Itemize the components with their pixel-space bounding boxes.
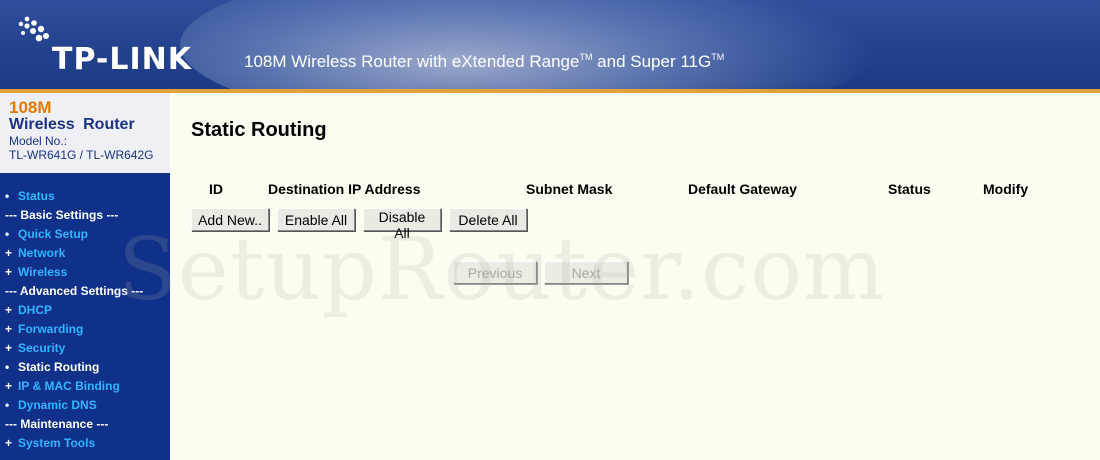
sidebar: 108M Wireless Router Model No.: TL-WR641…: [0, 93, 170, 460]
expand-plus-icon: +: [5, 340, 13, 355]
sidebar-item-system-tools[interactable]: + System Tools: [5, 433, 170, 452]
sidebar-item-dhcp[interactable]: + DHCP: [5, 300, 170, 319]
sidebar-item-static-routing[interactable]: • Static Routing: [5, 357, 170, 376]
column-header-status: Status: [888, 181, 931, 197]
sidebar-item-label: Security: [18, 340, 66, 355]
sidebar-section-advanced-settings: --- Advanced Settings ---: [5, 281, 170, 300]
sidebar-item-security[interactable]: + Security: [5, 338, 170, 357]
previous-button[interactable]: Previous: [453, 261, 537, 284]
column-header-default-gateway: Default Gateway: [688, 181, 797, 197]
bullet-icon: •: [5, 226, 10, 241]
product-tagline: 108M Wireless Router with eXtended Range…: [244, 52, 724, 72]
disable-all-button[interactable]: Disable All: [363, 208, 441, 241]
delete-all-button[interactable]: Delete All: [449, 208, 527, 231]
brand-logo: TP-LINK: [52, 42, 193, 77]
sidebar-item-wireless[interactable]: + Wireless: [5, 262, 170, 281]
sidebar-item-ip-mac-binding[interactable]: + IP & MAC Binding: [5, 376, 170, 395]
add-new-button[interactable]: Add New..: [191, 208, 269, 231]
top-banner: TP-LINK 108M Wireless Router with eXtend…: [0, 0, 1100, 92]
column-header-modify: Modify: [983, 181, 1029, 197]
expand-plus-icon: +: [5, 378, 13, 393]
model-label: Model No.:: [9, 134, 68, 148]
expand-plus-icon: +: [5, 264, 13, 279]
enable-all-button[interactable]: Enable All: [277, 208, 355, 231]
tagline-main: 108M Wireless Router with eXtended Range: [244, 52, 580, 71]
sidebar-item-label: --- Advanced Settings ---: [5, 283, 144, 298]
brand-speed: 108M: [9, 98, 52, 117]
sidebar-item-quick-setup[interactable]: • Quick Setup: [5, 224, 170, 243]
sidebar-item-label: Forwarding: [18, 321, 84, 336]
main-content: Static Routing ID Destination IP Address…: [170, 93, 1100, 460]
sidebar-item-label: --- Basic Settings ---: [5, 207, 119, 222]
sidebar-item-label: Quick Setup: [18, 226, 89, 241]
sidebar-item-dynamic-dns[interactable]: • Dynamic DNS: [5, 395, 170, 414]
column-header-id: ID: [209, 181, 223, 197]
sidebar-item-label: --- Maintenance ---: [5, 416, 109, 431]
sidebar-item-label: Static Routing: [18, 359, 100, 374]
model-number: TL-WR641G / TL-WR642G: [9, 148, 154, 162]
sidebar-item-label: IP & MAC Binding: [18, 378, 120, 393]
tagline-tm-1: TM: [579, 52, 593, 62]
sidebar-item-label: Dynamic DNS: [18, 397, 97, 412]
sidebar-item-network[interactable]: + Network: [5, 243, 170, 262]
sidebar-section-basic-settings: --- Basic Settings ---: [5, 205, 170, 224]
sidebar-section-maintenance: --- Maintenance ---: [5, 414, 170, 433]
sidebar-menu: • Status --- Basic Settings --- • Quick Setu…: [5, 186, 170, 452]
bullet-icon: •: [5, 359, 10, 374]
sidebar-item-label: Wireless: [18, 264, 68, 279]
sidebar-item-label: DHCP: [18, 302, 53, 317]
next-button[interactable]: Next: [544, 261, 628, 284]
sidebar-item-label: Network: [18, 245, 66, 260]
bullet-icon: •: [5, 397, 10, 412]
expand-plus-icon: +: [5, 302, 13, 317]
column-header-destination-ip: Destination IP Address: [268, 181, 421, 197]
expand-plus-icon: +: [5, 435, 13, 450]
tagline-mid: and Super 11G: [592, 52, 712, 71]
sidebar-item-label: System Tools: [18, 435, 96, 450]
banner-swoosh: [180, 0, 880, 92]
sidebar-item-forwarding[interactable]: + Forwarding: [5, 319, 170, 338]
tp-link-logo-icon: [18, 16, 49, 42]
expand-plus-icon: +: [5, 245, 13, 260]
sidebar-item-label: Status: [18, 188, 55, 203]
page-title: Static Routing: [191, 119, 327, 141]
tagline-tm-2: TM: [711, 52, 725, 62]
model-info-box: 108M Wireless Router Model No.: TL-WR641…: [0, 93, 170, 173]
expand-plus-icon: +: [5, 321, 13, 336]
bullet-icon: •: [5, 188, 10, 203]
sidebar-item-status[interactable]: • Status: [5, 186, 170, 205]
brand-product: Wireless Router: [9, 116, 135, 133]
column-header-subnet-mask: Subnet Mask: [526, 181, 613, 197]
